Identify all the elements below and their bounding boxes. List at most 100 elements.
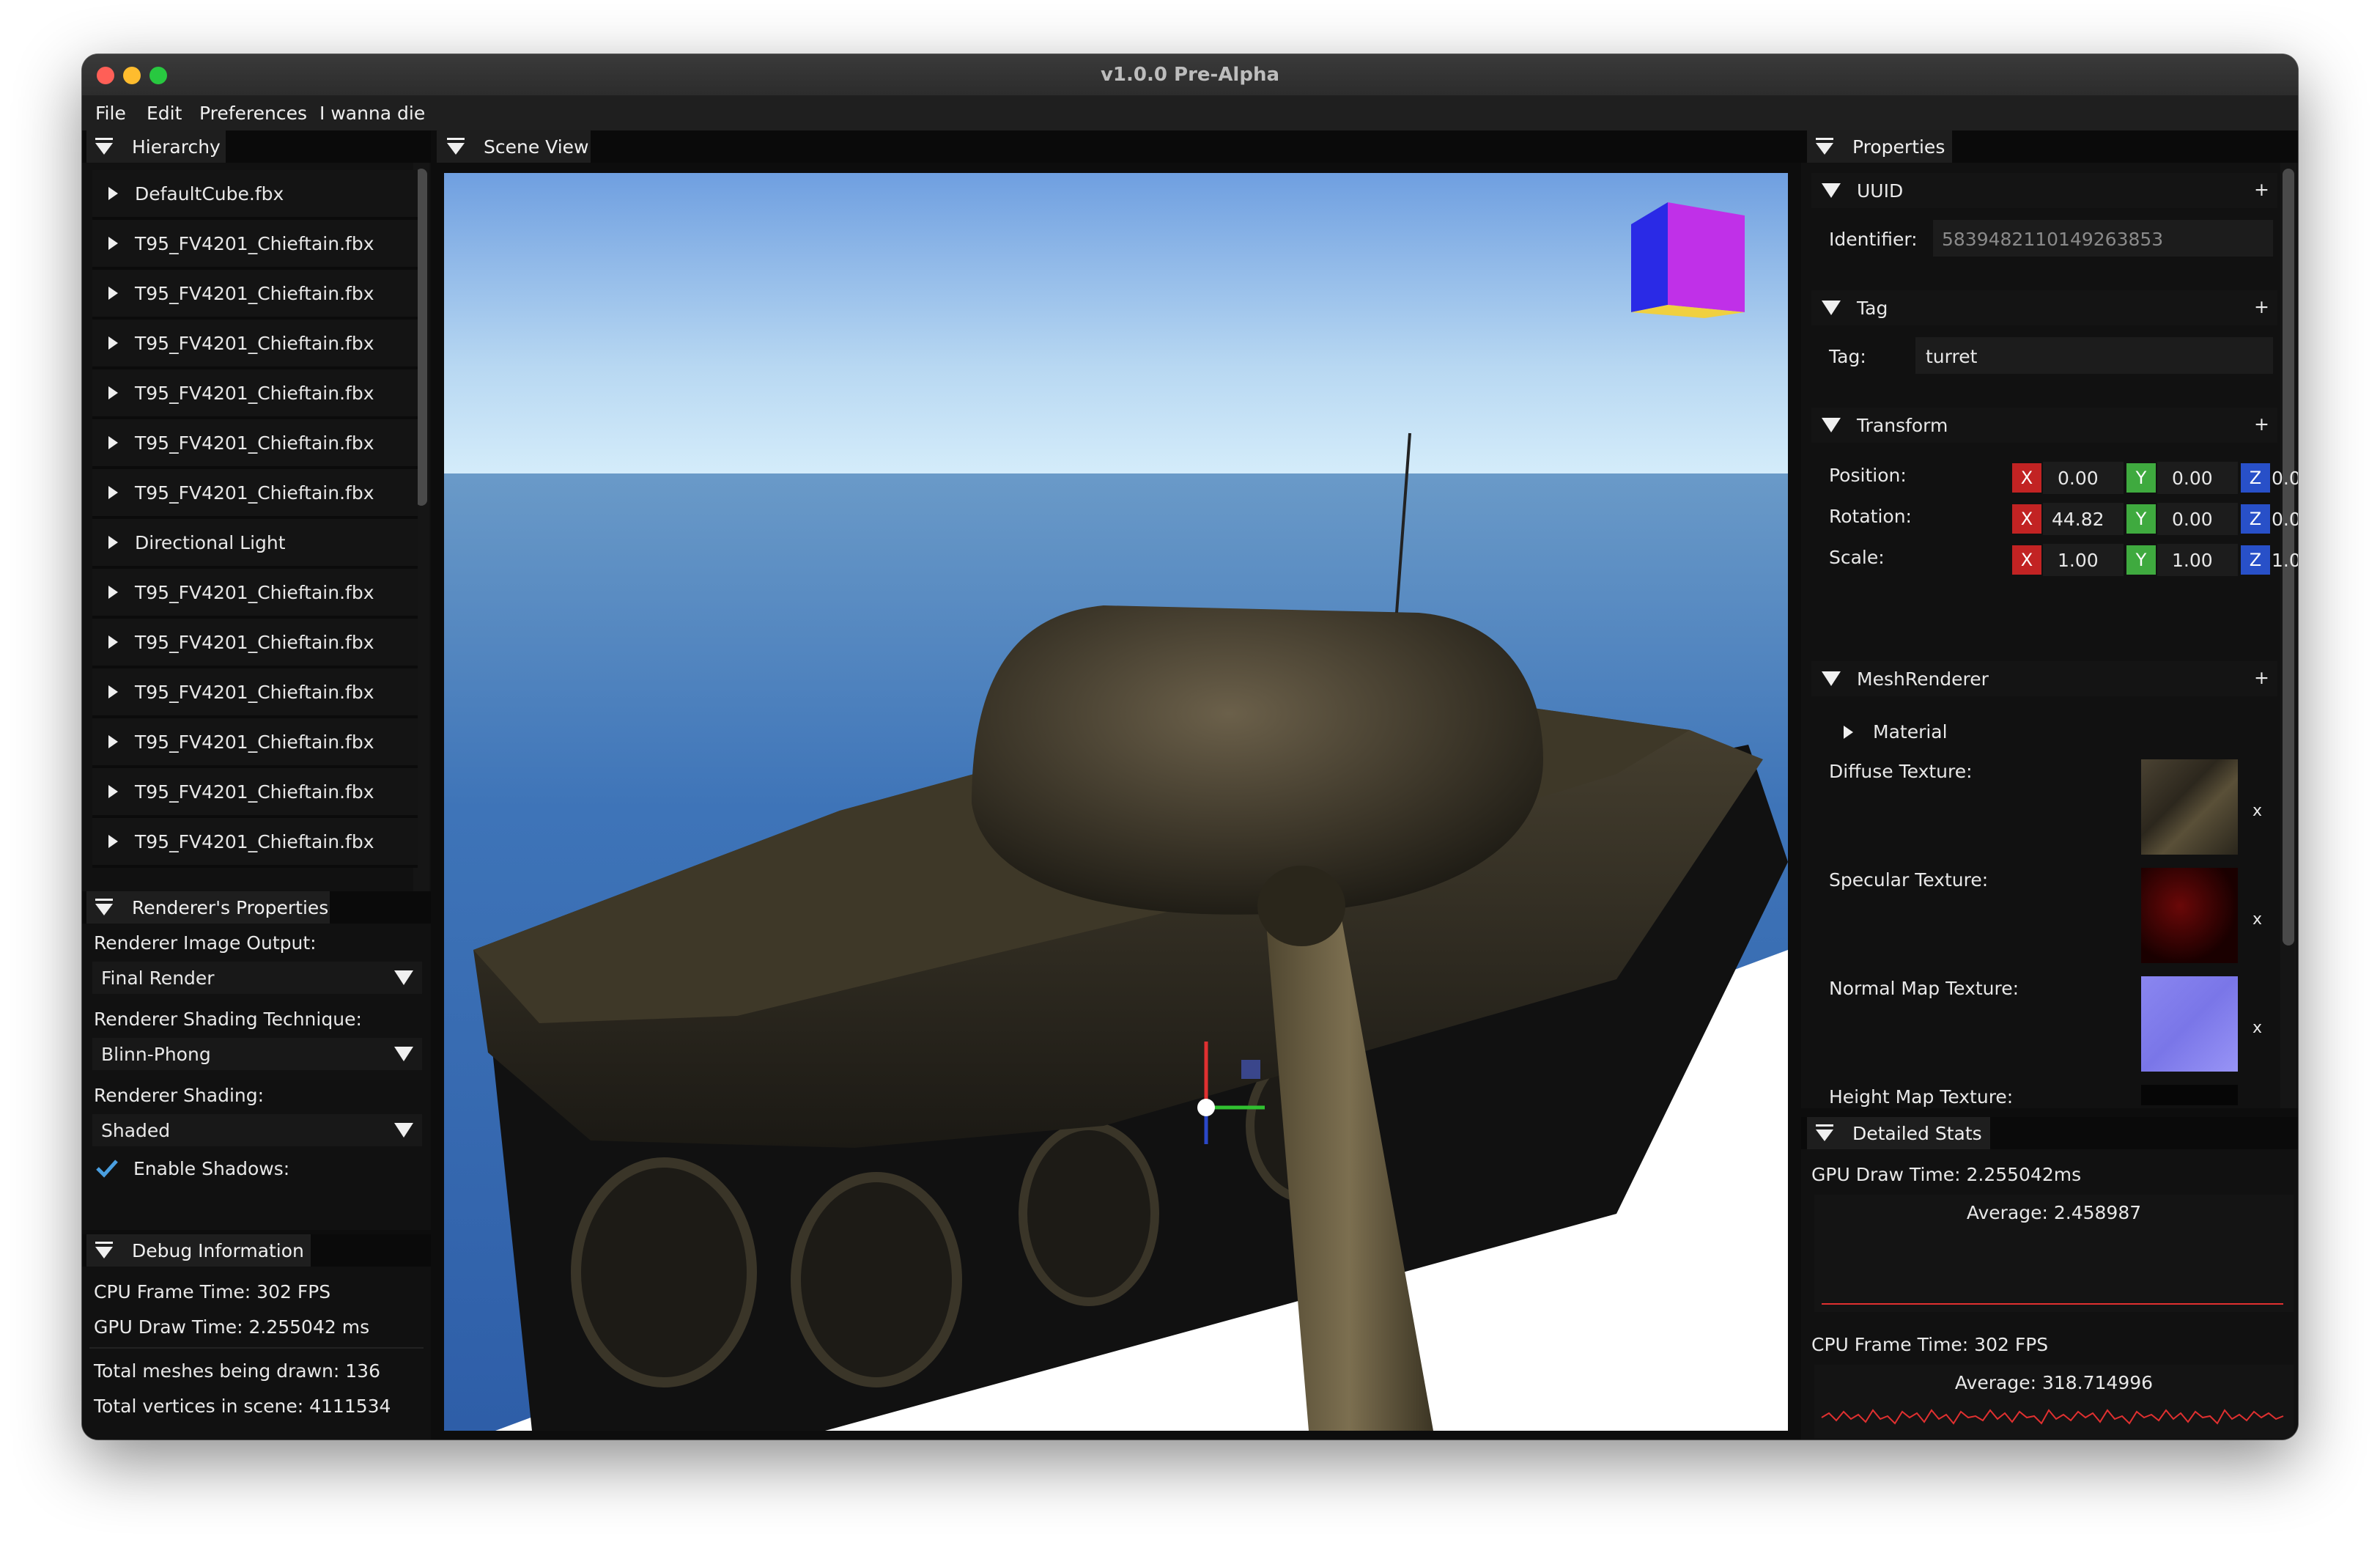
expand-icon[interactable] <box>108 685 118 699</box>
hierarchy-item[interactable]: T95_FV4201_Chieftain.fbx <box>92 220 418 270</box>
expand-icon[interactable] <box>108 287 118 300</box>
hierarchy-item-label: T95_FV4201_Chieftain.fbx <box>135 333 374 354</box>
height-map-label: Height Map Texture: <box>1829 1086 2014 1107</box>
hierarchy-item-label: T95_FV4201_Chieftain.fbx <box>135 383 374 404</box>
height-map-texture-thumbnail[interactable] <box>2141 1085 2238 1105</box>
component-title: Transform <box>1857 415 1948 436</box>
tab-renderer-properties[interactable]: Renderer's Properties <box>86 891 330 924</box>
tab-scene-view[interactable]: Scene View <box>437 130 591 163</box>
orientation-cube-icon[interactable] <box>1624 202 1748 320</box>
position-x-field[interactable]: 0.00 <box>2043 462 2124 494</box>
hierarchy-item[interactable]: T95_FV4201_Chieftain.fbx <box>92 818 418 868</box>
hierarchy-item[interactable]: T95_FV4201_Chieftain.fbx <box>92 369 418 419</box>
tab-hierarchy[interactable]: Hierarchy <box>86 130 226 163</box>
remove-specular-button[interactable]: x <box>2252 910 2262 929</box>
expand-icon[interactable] <box>108 386 118 399</box>
add-button[interactable]: + <box>2254 179 2269 200</box>
transform-component-header[interactable]: Transform + <box>1811 408 2277 443</box>
scene-view-header: Scene View <box>437 130 1874 163</box>
identifier-value: 5839482110149263853 <box>1942 229 2164 250</box>
menu-file[interactable]: File <box>95 103 126 124</box>
diffuse-texture-thumbnail[interactable] <box>2141 759 2238 855</box>
add-button[interactable]: + <box>2254 296 2269 317</box>
scale-label: Scale: <box>1829 547 1885 568</box>
scale-x-field[interactable]: 1.00 <box>2043 544 2124 576</box>
expand-icon[interactable] <box>108 436 118 449</box>
expand-icon[interactable] <box>108 486 118 499</box>
tab-detailed-stats[interactable]: Detailed Stats <box>1807 1117 1990 1149</box>
menu-i-wanna-die[interactable]: I wanna die <box>319 103 425 124</box>
expand-icon[interactable] <box>108 536 118 549</box>
add-button[interactable]: + <box>2254 667 2269 688</box>
cpu-frame-time-label: CPU Frame Time: 302 FPS <box>1811 1334 2049 1355</box>
scene-viewport[interactable] <box>444 173 1788 1431</box>
gpu-graph-line <box>1822 1303 2283 1305</box>
rotation-label: Rotation: <box>1829 506 1912 527</box>
renderer-shading-select[interactable]: Shaded <box>92 1114 422 1146</box>
rotation-y-field[interactable]: 0.00 <box>2157 503 2238 535</box>
expand-icon[interactable] <box>108 635 118 649</box>
identifier-field[interactable]: 5839482110149263853 <box>1933 220 2273 257</box>
select-value: Blinn-Phong <box>101 1044 211 1065</box>
shadows-label: Enable Shadows: <box>133 1158 290 1179</box>
hierarchy-item[interactable]: T95_FV4201_Chieftain.fbx <box>92 320 418 369</box>
expand-icon[interactable] <box>108 785 118 798</box>
field-value: 1.00 <box>2058 550 2099 571</box>
properties-scrollbar[interactable] <box>2280 163 2296 1108</box>
shadows-checkbox[interactable] <box>94 1155 120 1182</box>
menu-preferences[interactable]: Preferences <box>199 103 307 124</box>
meshrenderer-component-header[interactable]: MeshRenderer + <box>1811 661 2277 696</box>
hierarchy-item-label: Directional Light <box>135 532 286 553</box>
rotation-x-field[interactable]: 44.82 <box>2043 503 2124 535</box>
expand-icon[interactable] <box>108 835 118 848</box>
tab-properties[interactable]: Properties <box>1807 130 1952 163</box>
remove-normal-map-button[interactable]: x <box>2252 1019 2262 1037</box>
normal-map-texture-thumbnail[interactable] <box>2141 976 2238 1072</box>
hierarchy-item[interactable]: T95_FV4201_Chieftain.fbx <box>92 619 418 668</box>
expand-icon[interactable] <box>108 237 118 250</box>
tag-component-header[interactable]: Tag + <box>1811 290 2277 325</box>
position-x-axis: X <box>2012 463 2041 493</box>
hierarchy-item[interactable]: T95_FV4201_Chieftain.fbx <box>92 270 418 320</box>
uuid-component-header[interactable]: UUID + <box>1811 173 2277 208</box>
gpu-draw-time-label: GPU Draw Time: 2.255042ms <box>1811 1164 2082 1185</box>
expand-icon[interactable] <box>108 187 118 200</box>
hierarchy-item[interactable]: T95_FV4201_Chieftain.fbx <box>92 718 418 768</box>
menu-edit[interactable]: Edit <box>147 103 182 124</box>
scene-render[interactable] <box>444 173 1788 1431</box>
collapse-triangle-icon <box>95 1247 113 1258</box>
shading-label: Renderer Shading: <box>94 1085 265 1106</box>
collapse-icon <box>1822 301 1841 315</box>
hierarchy-item[interactable]: T95_FV4201_Chieftain.fbx <box>92 419 418 469</box>
hierarchy-item[interactable]: T95_FV4201_Chieftain.fbx <box>92 569 418 619</box>
hierarchy-item[interactable]: T95_FV4201_Chieftain.fbx <box>92 469 418 519</box>
position-y-field[interactable]: 0.00 <box>2157 462 2238 494</box>
expand-icon[interactable] <box>108 586 118 599</box>
dropdown-arrow-icon <box>394 970 413 985</box>
hierarchy-item[interactable]: Directional Light <box>92 519 418 569</box>
collapse-triangle-icon <box>95 143 113 155</box>
renderer-technique-select[interactable]: Blinn-Phong <box>92 1038 422 1070</box>
scale-y-field[interactable]: 1.00 <box>2157 544 2238 576</box>
hierarchy-item[interactable]: T95_FV4201_Chieftain.fbx <box>92 668 418 718</box>
add-button[interactable]: + <box>2254 413 2269 435</box>
expand-icon[interactable] <box>108 735 118 748</box>
collapse-triangle-icon <box>1816 143 1833 155</box>
tab-debug-information[interactable]: Debug Information <box>86 1234 311 1267</box>
hierarchy-item[interactable]: T95_FV4201_Chieftain.fbx <box>92 768 418 818</box>
cpu-frame-time-graph: Average: 318.714996 <box>1814 1365 2294 1438</box>
field-value: 0.00 <box>2058 468 2099 489</box>
remove-diffuse-button[interactable]: x <box>2252 802 2262 820</box>
hierarchy-item-label: T95_FV4201_Chieftain.fbx <box>135 831 374 852</box>
tag-input[interactable]: turret <box>1915 337 2273 374</box>
position-label: Position: <box>1829 465 1907 486</box>
hierarchy-item[interactable]: DefaultCube.fbx <box>92 170 418 220</box>
checkmark-icon <box>96 1160 118 1178</box>
material-label[interactable]: Material <box>1873 721 1948 742</box>
renderer-properties-panel: Renderer Image Output: Final Render Rend… <box>82 924 431 1230</box>
gpu-draw-time-graph: Average: 2.458987 <box>1814 1195 2294 1312</box>
specular-texture-thumbnail[interactable] <box>2141 868 2238 963</box>
expand-icon[interactable] <box>108 336 118 350</box>
renderer-output-select[interactable]: Final Render <box>92 962 422 994</box>
material-expand-icon[interactable] <box>1844 726 1853 739</box>
